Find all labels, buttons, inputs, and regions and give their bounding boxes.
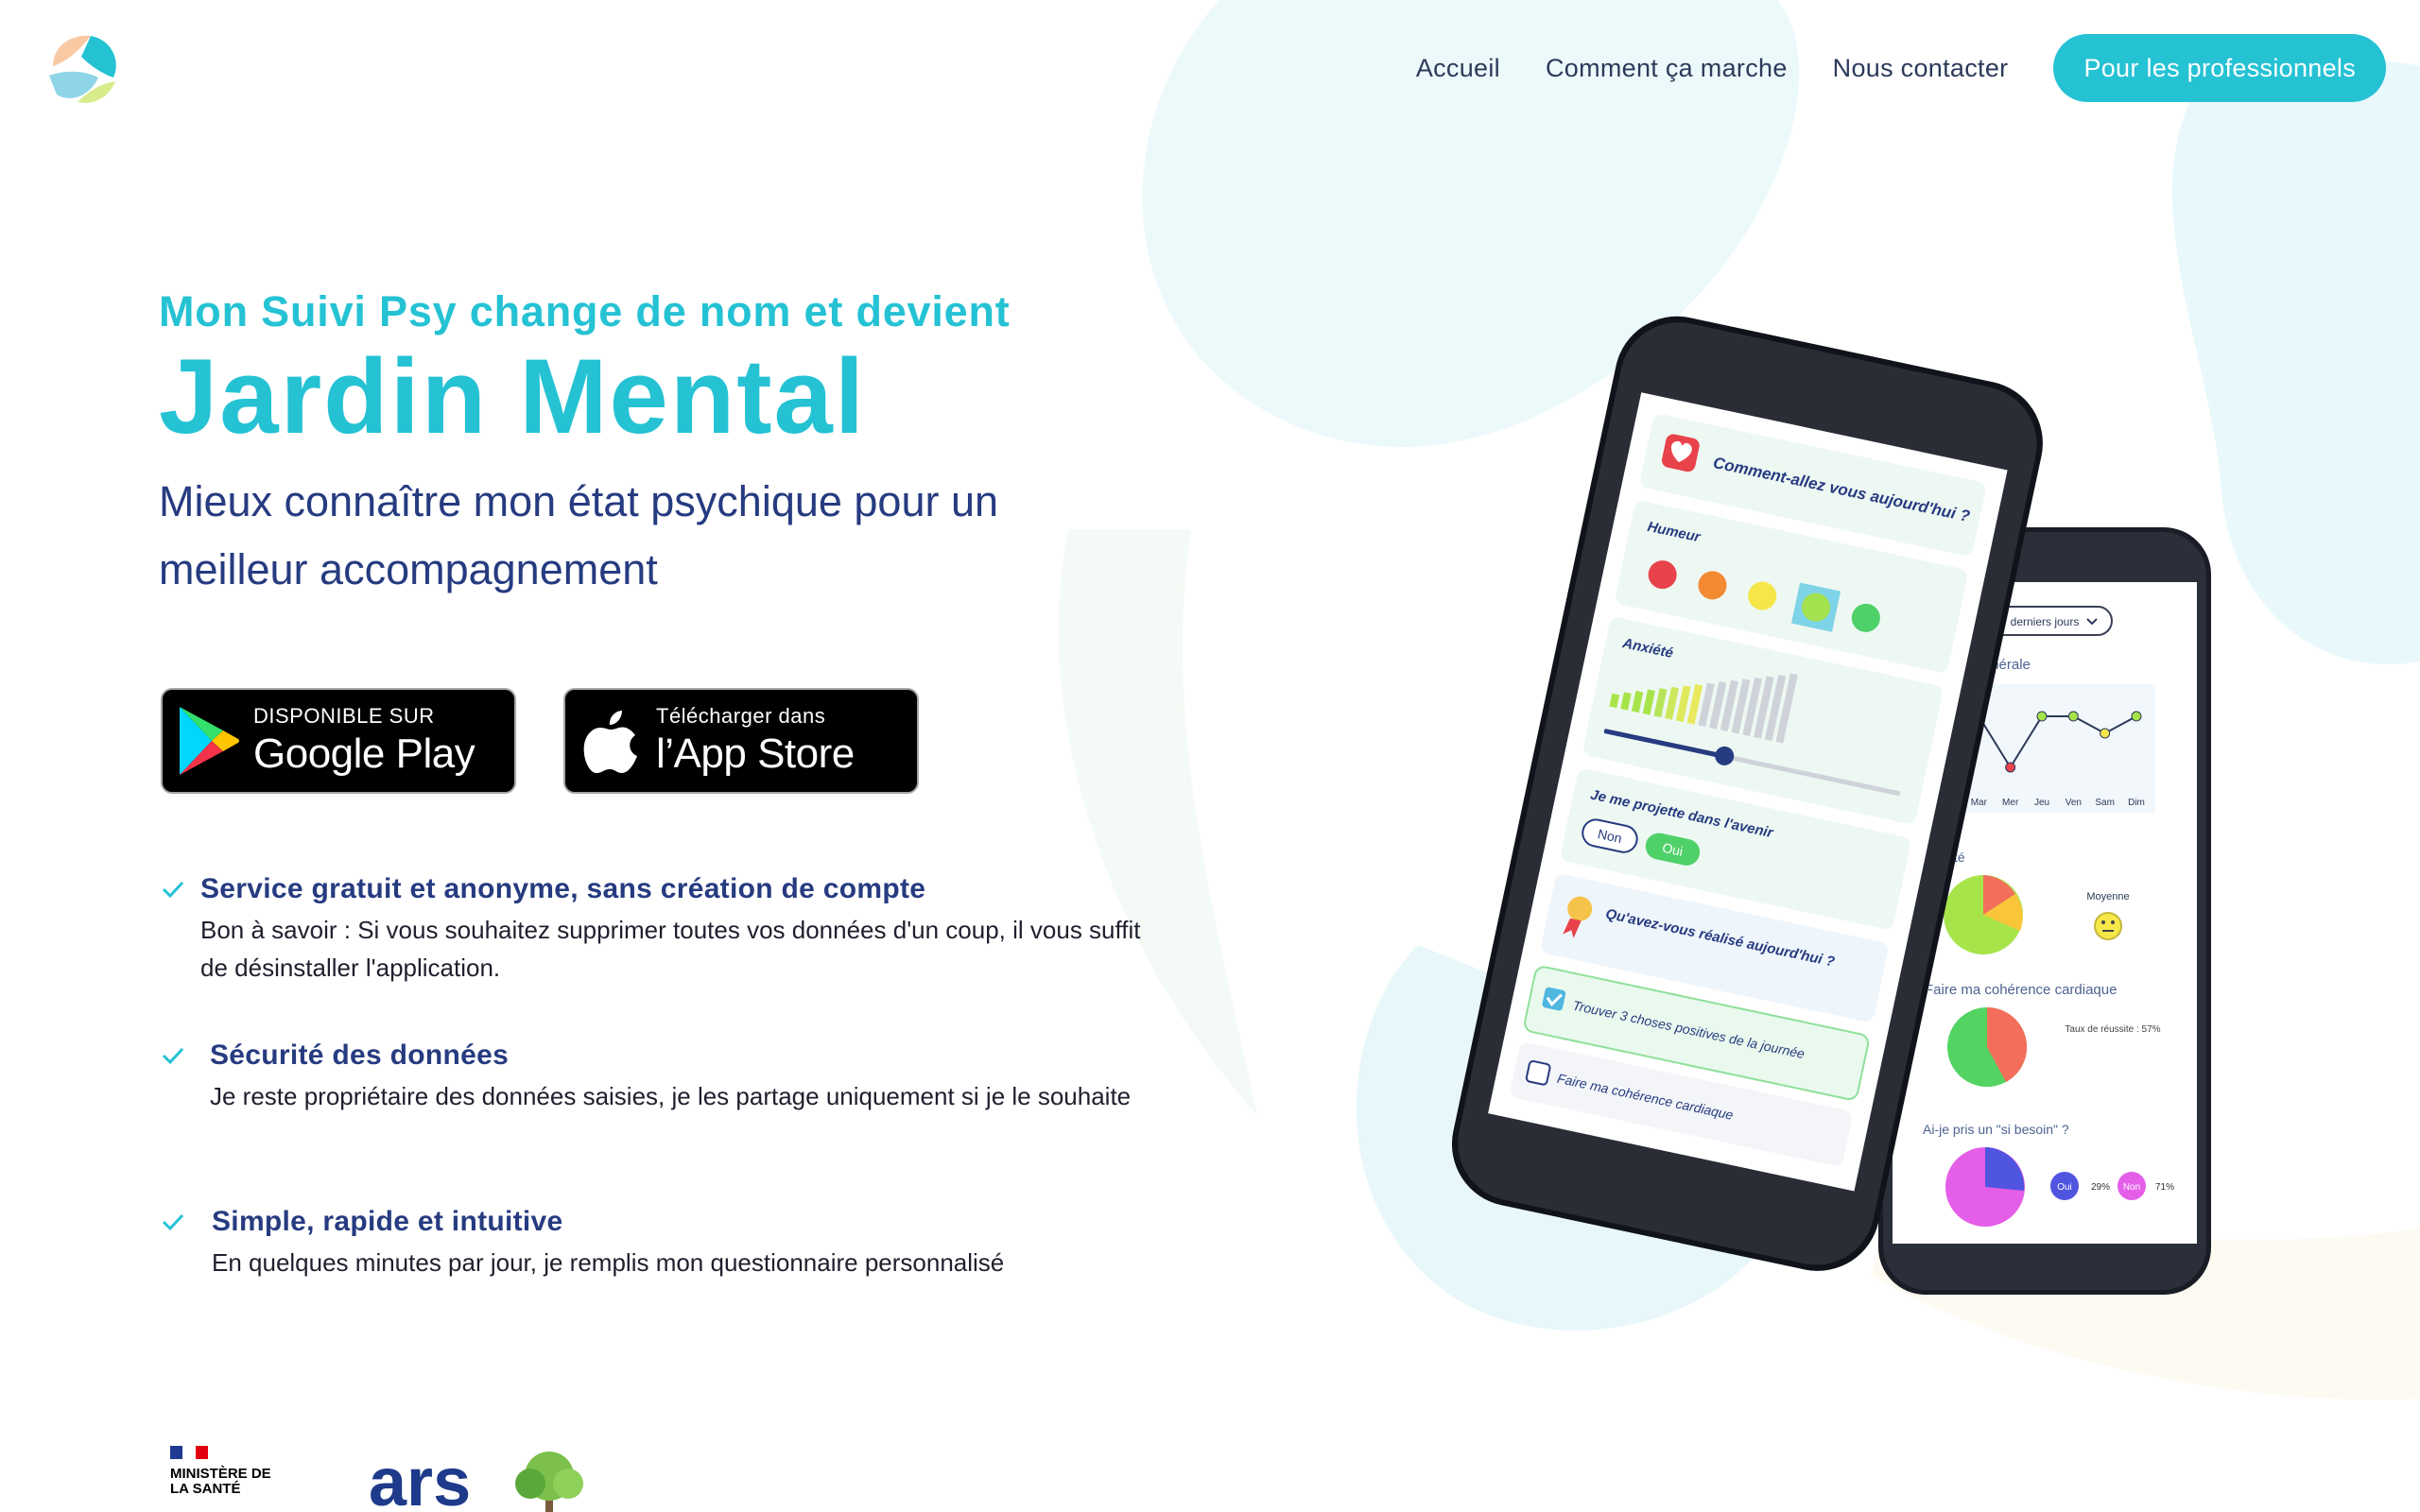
main-nav: Accueil Comment ça marche Nous contacter… xyxy=(1371,34,2386,102)
google-play-big-text: Google Play xyxy=(253,730,475,777)
professionals-button[interactable]: Pour les professionnels xyxy=(2053,34,2386,102)
mood-point xyxy=(2005,762,2016,773)
day-tick-label: Sam xyxy=(2095,798,2115,808)
apple-icon xyxy=(565,707,656,775)
google-play-small-text: DISPONIBLE SUR xyxy=(253,704,435,728)
tree-logo xyxy=(515,1452,584,1512)
mood-point xyxy=(2100,728,2111,739)
feature-title: Sécurité des données xyxy=(210,1040,510,1071)
google-play-icon xyxy=(163,705,253,777)
mood-point xyxy=(2067,711,2079,722)
jardin-mental-logo[interactable] xyxy=(43,28,123,108)
app-store-badge[interactable]: Télécharger dans l’App Store xyxy=(563,688,919,794)
feature-description: En quelques minutes par jour, je remplis… xyxy=(212,1248,1005,1277)
app-store-small-text: Télécharger dans xyxy=(656,704,826,728)
nav-nous-contacter[interactable]: Nous contacter xyxy=(1833,54,2009,83)
average-face-icon xyxy=(2094,912,2122,940)
hero-subtitle: Mon Suivi Psy change de nom et devient xyxy=(159,287,1011,335)
feature-free-anonymous: Service gratuit et anonyme, sans créatio… xyxy=(161,873,1146,987)
hero-tagline: Mieux connaître mon état psychique pour … xyxy=(159,476,999,593)
app-phones-illustration: 7 derniers jours Humeur générale LunMarM… xyxy=(1451,316,2211,1295)
check-icon xyxy=(162,881,184,899)
day-tick-label: Jeu xyxy=(2034,798,2049,808)
yes-legend: Oui xyxy=(2057,1182,2072,1193)
success-rate: Taux de réussite : 57% xyxy=(2065,1024,2160,1035)
check-icon xyxy=(162,1047,184,1065)
check-icon xyxy=(162,1213,184,1231)
ministere-sante-logo: MINISTÈRE DE LA SANTÉ xyxy=(170,1446,340,1497)
average-label: Moyenne xyxy=(2086,891,2129,902)
no-legend: Non xyxy=(2123,1182,2140,1193)
french-flag-icon xyxy=(170,1446,208,1459)
feature-simple: Simple, rapide et intuitive En quelques … xyxy=(161,1206,1157,1281)
period-selector: 7 derniers jours xyxy=(2001,615,2080,628)
nav-accueil[interactable]: Accueil xyxy=(1416,54,1500,83)
nav-comment-ca-marche[interactable]: Comment ça marche xyxy=(1546,54,1788,83)
feature-title: Service gratuit et anonyme, sans créatio… xyxy=(200,873,926,904)
mood-point xyxy=(2036,711,2048,722)
feature-data-security: Sécurité des données Je reste propriétai… xyxy=(161,1040,1155,1115)
no-pct: 71% xyxy=(2155,1182,2174,1193)
partner-logos: MINISTÈRE DE LA SANTÉ ars xyxy=(170,1446,601,1512)
google-play-badge[interactable]: DISPONIBLE SUR Google Play xyxy=(161,688,516,794)
app-store-big-text: l’App Store xyxy=(656,730,855,777)
mood-point xyxy=(2131,711,2142,722)
day-tick-label: Ven xyxy=(2066,798,2082,808)
si-besoin-title: Ai-je pris un "si besoin" ? xyxy=(1923,1122,2069,1137)
feature-description: Je reste propriétaire des données saisie… xyxy=(210,1082,1132,1110)
hero-title: Jardin Mental xyxy=(159,337,866,455)
hero: Mon Suivi Psy change de nom et devient J… xyxy=(159,287,1123,604)
day-tick-label: Mar xyxy=(1971,798,1988,808)
yes-pct: 29% xyxy=(2091,1182,2110,1193)
ars-logo: ars xyxy=(369,1445,472,1512)
feature-description: Bon à savoir : Si vous souhaitez supprim… xyxy=(200,916,1141,982)
day-tick-label: Dim xyxy=(2128,798,2145,808)
day-tick-label: Mer xyxy=(2002,798,2019,808)
coherence-title: Faire ma cohérence cardiaque xyxy=(1925,982,2117,998)
feature-title: Simple, rapide et intuitive xyxy=(212,1206,563,1237)
